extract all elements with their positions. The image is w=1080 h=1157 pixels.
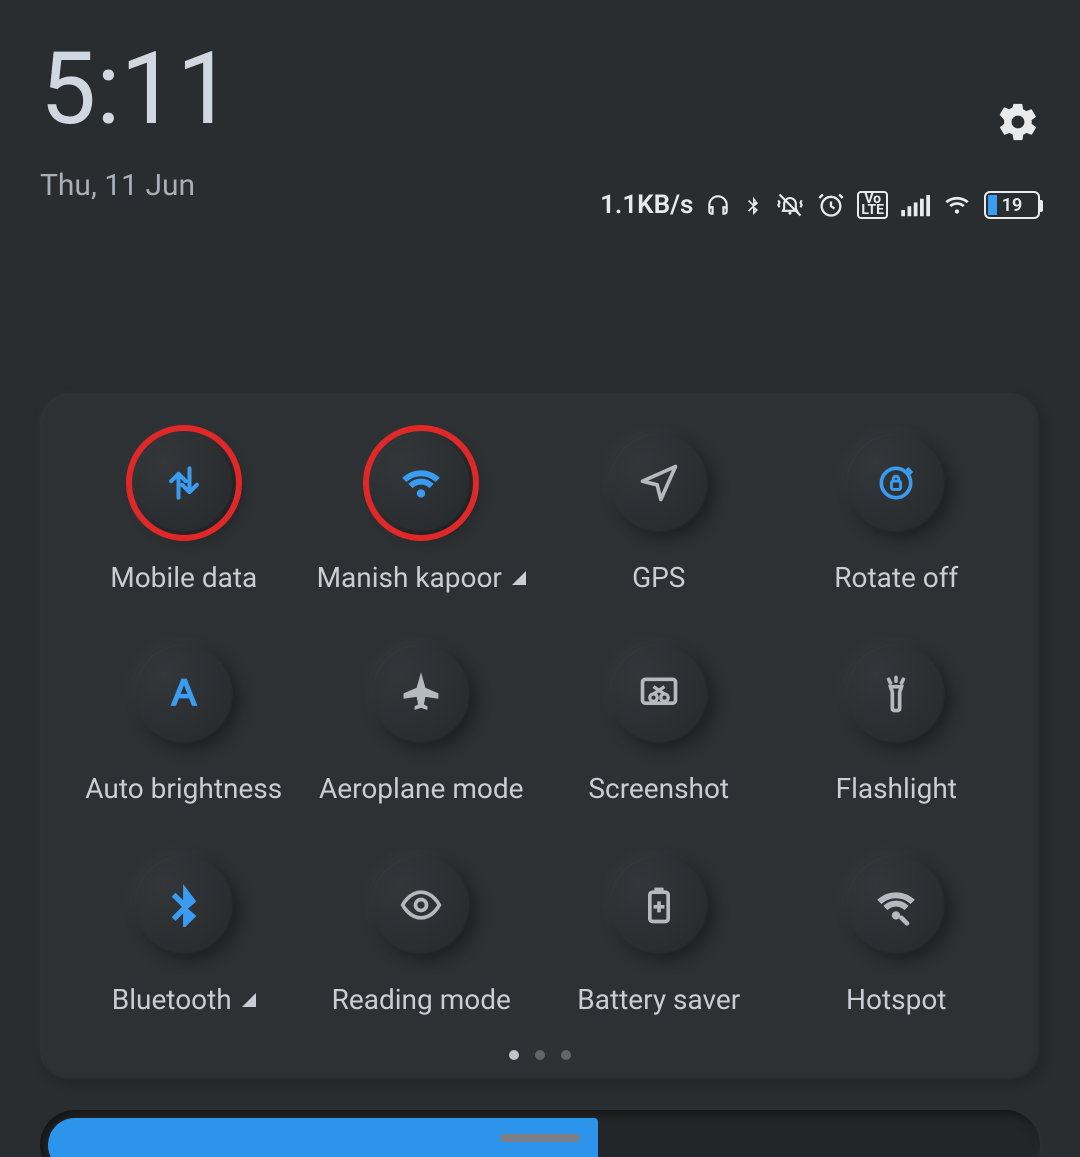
settings-button[interactable] (996, 100, 1040, 144)
flashlight-icon (874, 672, 918, 716)
battery-plus-icon (637, 883, 681, 927)
mobile-data-icon (162, 461, 206, 505)
bluetooth-icon (162, 883, 206, 927)
tile-screenshot-toggle[interactable] (609, 644, 709, 744)
tile-wifi-toggle[interactable] (371, 433, 471, 533)
tile-bluetooth[interactable]: Bluetooth (70, 855, 298, 1016)
tile-rotate-toggle[interactable] (846, 433, 946, 533)
tile-battery-saver-label: Battery saver (577, 983, 740, 1016)
page-dot[interactable] (535, 1050, 545, 1060)
battery-percent: 19 (986, 195, 1038, 216)
battery-indicator: 19 (984, 191, 1040, 219)
tile-battery-saver[interactable]: Battery saver (545, 855, 773, 1016)
tile-auto-brightness-toggle[interactable] (134, 644, 234, 744)
quick-settings-panel: Mobile data Manish kapoor GPS Rotate off Aut… (40, 393, 1040, 1080)
tile-rotate-label: Rotate off (834, 561, 958, 594)
tile-reading-mode-label: Reading mode (332, 983, 511, 1016)
volte-badge: Vo LTE (857, 191, 888, 219)
hotspot-icon (874, 883, 918, 927)
chevron-expand-icon[interactable] (512, 571, 526, 585)
rotate-lock-icon (874, 461, 918, 505)
page-dot[interactable] (561, 1050, 571, 1060)
tile-screenshot[interactable]: Screenshot (545, 644, 773, 805)
tile-reading-mode-toggle[interactable] (371, 855, 471, 955)
tile-wifi[interactable]: Manish kapoor (308, 433, 536, 594)
tile-aeroplane-label: Aeroplane mode (319, 772, 523, 805)
tile-auto-brightness-label: Auto brightness (85, 772, 282, 805)
page-dot[interactable] (509, 1050, 519, 1060)
tile-hotspot[interactable]: Hotspot (783, 855, 1011, 1016)
letter-a-icon (162, 672, 206, 716)
wifi-icon (399, 461, 443, 505)
eye-icon (399, 883, 443, 927)
tile-aeroplane-toggle[interactable] (371, 644, 471, 744)
tile-auto-brightness[interactable]: Auto brightness (70, 644, 298, 805)
alarm-icon (817, 191, 845, 219)
page-indicator[interactable] (70, 1050, 1010, 1060)
tile-gps-label: GPS (632, 561, 685, 594)
tile-gps[interactable]: GPS (545, 433, 773, 594)
chevron-expand-icon[interactable] (242, 993, 256, 1007)
tile-battery-saver-toggle[interactable] (609, 855, 709, 955)
bluetooth-status-icon (743, 191, 763, 219)
tile-aeroplane[interactable]: Aeroplane mode (308, 644, 536, 805)
headphones-icon (705, 192, 731, 218)
gear-icon (996, 100, 1040, 144)
cellular-signal-icon (900, 192, 930, 218)
tile-hotspot-toggle[interactable] (846, 855, 946, 955)
location-arrow-icon (637, 461, 681, 505)
tile-gps-toggle[interactable] (609, 433, 709, 533)
tile-reading-mode[interactable]: Reading mode (308, 855, 536, 1016)
tile-bluetooth-toggle[interactable] (134, 855, 234, 955)
tile-mobile-data[interactable]: Mobile data (70, 433, 298, 594)
tile-mobile-data-toggle[interactable] (134, 433, 234, 533)
nav-handle[interactable] (500, 1134, 580, 1142)
tile-mobile-data-label: Mobile data (110, 561, 257, 594)
tile-wifi-label: Manish kapoor (317, 561, 526, 594)
clock-time: 5:11 (40, 40, 233, 140)
tile-screenshot-label: Screenshot (588, 772, 729, 805)
dnd-vibrate-icon (775, 191, 805, 219)
status-bar: 1.1KB/s Vo LTE 19 (600, 190, 1040, 220)
screenshot-icon (637, 672, 681, 716)
tile-flashlight[interactable]: Flashlight (783, 644, 1011, 805)
tile-flashlight-toggle[interactable] (846, 644, 946, 744)
tile-rotate[interactable]: Rotate off (783, 433, 1011, 594)
data-rate: 1.1KB/s (600, 190, 693, 220)
clock-date: Thu, 11 Jun (40, 168, 233, 203)
tile-bluetooth-label: Bluetooth (112, 983, 256, 1016)
airplane-icon (399, 672, 443, 716)
wifi-status-icon (942, 192, 972, 218)
tile-hotspot-label: Hotspot (846, 983, 946, 1016)
tile-flashlight-label: Flashlight (836, 772, 957, 805)
